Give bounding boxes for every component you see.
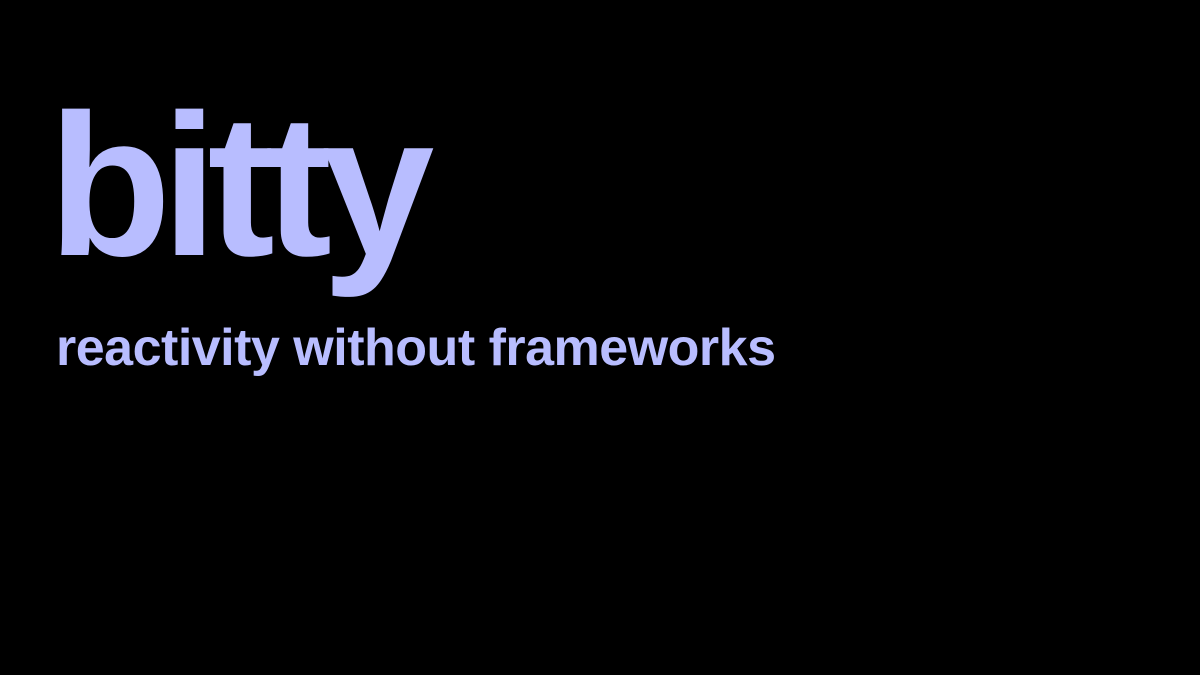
brand-title: bitty — [48, 72, 434, 298]
title-card: bitty reactivity without frameworks — [0, 0, 1200, 675]
tagline: reactivity without frameworks — [56, 319, 776, 377]
